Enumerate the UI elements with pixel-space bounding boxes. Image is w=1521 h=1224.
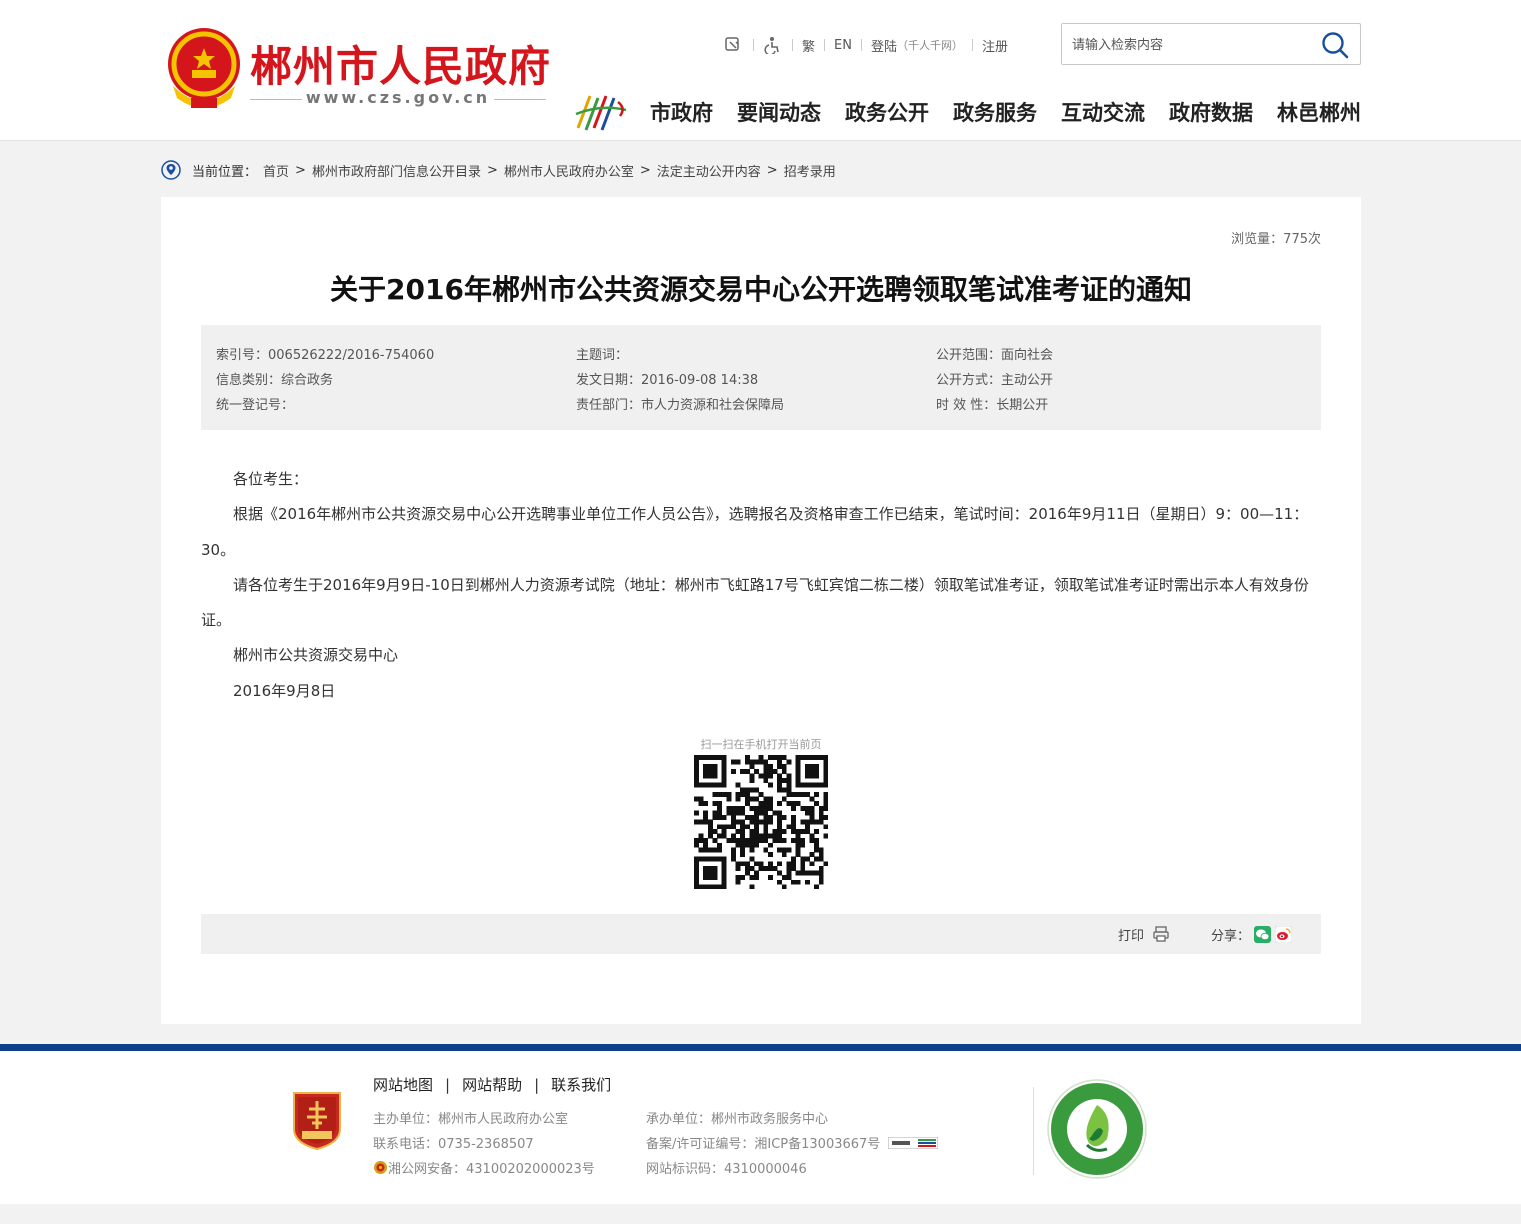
share-label: 分享： <box>1211 928 1251 944</box>
icp-record-link[interactable]: 备案/许可证编号：湘ICP备13003667号 <box>646 1133 880 1152</box>
footer-top-bar <box>0 1044 1521 1051</box>
top-tools: 繁 EN 登陆 （千人千网） 注册 <box>724 36 1008 55</box>
site-name[interactable]: 郴州市人民政府 <box>250 33 551 94</box>
search-box <box>1061 23 1361 65</box>
nav-item-gov-data[interactable]: 政府数据 <box>1169 97 1253 127</box>
police-record-link[interactable]: 湘公网安备：43100202000023号 <box>388 1158 595 1177</box>
footer-police-row: 湘公网安备：43100202000023号 <box>373 1158 595 1177</box>
divider: | <box>534 1075 540 1094</box>
article-title: 关于2016年郴州市公共资源交易中心公开选聘领取笔试准考证的通知 <box>330 273 1192 306</box>
meta-issue-date: 发文日期：2016-09-08 14:38 <box>576 373 759 388</box>
print-icon <box>1153 926 1169 942</box>
meta-keywords: 主题词： <box>576 348 629 363</box>
breadcrumb-separator: > <box>486 162 498 178</box>
breadcrumb-item[interactable]: 首页 <box>263 161 289 180</box>
breadcrumb-item[interactable]: 招考录用 <box>784 161 836 180</box>
site-footer: 网站地图 | 网站帮助 | 联系我们 主办单位：郴州市人民政府办公室 联系电话：… <box>0 1051 1521 1204</box>
weibo-icon[interactable] <box>1275 925 1293 943</box>
meta-method: 公开方式：主动公开 <box>936 373 1054 388</box>
breadcrumb-item[interactable]: 郴州市政府部门信息公开目录 <box>312 161 481 180</box>
meta-department: 责任部门：市人力资源和社会保障局 <box>576 398 785 413</box>
footer-icp-row: 备案/许可证编号：湘ICP备13003667号 <box>646 1133 939 1152</box>
footer-sponsor: 主办单位：郴州市人民政府办公室 <box>373 1112 569 1127</box>
view-count: 浏览量：775次 <box>1231 232 1321 247</box>
footer-organizer: 承办单位：郴州市政务服务中心 <box>646 1112 829 1127</box>
breadcrumb-label: 当前位置： <box>192 164 258 180</box>
main-nav: 市政府 要闻动态 政务公开 政务服务 互动交流 政府数据 林邑郴州 <box>650 97 1361 127</box>
breadcrumb-separator: > <box>639 162 651 178</box>
police-badge-icon <box>374 1161 387 1174</box>
login-link[interactable]: 登陆 <box>871 36 897 55</box>
qr-code <box>694 755 828 889</box>
nav-item-news[interactable]: 要闻动态 <box>737 97 821 127</box>
paragraph: 请各位考生于2016年9月9日-10日到郴州人力资源考试院（地址：郴州市飞虹路1… <box>201 575 1309 630</box>
paragraph: 根据《2016年郴州市公共资源交易中心公开选聘事业单位工作人员公告》，选聘报名及… <box>201 505 1309 559</box>
nav-item-city-government[interactable]: 市政府 <box>650 97 713 127</box>
breadcrumb-item[interactable]: 法定主动公开内容 <box>657 161 761 180</box>
footer-divider <box>1033 1087 1034 1175</box>
article-card: 浏览量：775次 关于2016年郴州市公共资源交易中心公开选聘领取笔试准考证的通… <box>161 197 1361 1024</box>
party-organ-badge[interactable] <box>290 1089 344 1151</box>
accessibility-icon[interactable] <box>763 36 783 54</box>
qr-caption: 扫一扫在手机打开当前页 <box>700 738 822 751</box>
article-actions-bar: 打印 分享： <box>201 914 1321 954</box>
site-url: www.czs.gov.cn <box>250 88 546 107</box>
meta-index-no: 索引号：006526222/2016-754060 <box>216 348 435 363</box>
civilization-badge[interactable] <box>1047 1079 1147 1179</box>
divider <box>824 39 826 51</box>
share-group: 分享： <box>1211 924 1293 944</box>
breadcrumb-separator: > <box>295 162 306 178</box>
breadcrumb-item[interactable]: 郴州市人民政府办公室 <box>504 161 634 180</box>
meta-scope: 公开范围：面向社会 <box>936 348 1054 363</box>
paragraph: 各位考生： <box>233 470 309 488</box>
traditional-chinese-link[interactable]: 繁 <box>802 36 815 55</box>
paragraph: 2016年9月8日 <box>233 681 336 700</box>
nav-item-gov-services[interactable]: 政务服务 <box>953 97 1037 127</box>
emblem-icon[interactable] <box>163 26 245 112</box>
divider <box>753 39 754 51</box>
footer-bottom-strip <box>0 1204 1521 1224</box>
divider: | <box>445 1075 451 1094</box>
divider <box>860 39 862 51</box>
nav-item-gov-affairs-open[interactable]: 政务公开 <box>845 97 929 127</box>
breadcrumb: 当前位置： 首页 > 郴州市政府部门信息公开目录 > 郴州市人民政府办公室 > … <box>161 159 836 181</box>
contact-us-link[interactable]: 联系我们 <box>551 1074 611 1095</box>
site-map-link[interactable]: 网站地图 <box>373 1074 433 1095</box>
search-input[interactable] <box>1072 34 1312 56</box>
article-body: 各位考生： 根据《2016年郴州市公共资源交易中心公开选聘事业单位工作人员公告》… <box>201 462 1321 709</box>
wechat-icon[interactable] <box>1254 925 1272 943</box>
breadcrumb-separator: > <box>766 162 778 178</box>
divider <box>971 39 973 51</box>
english-link[interactable]: EN <box>834 38 852 53</box>
meta-validity: 时 效 性：长期公开 <box>936 398 1049 413</box>
register-link[interactable]: 注册 <box>982 36 1008 55</box>
nav-item-linyi-chenzhou[interactable]: 林邑郴州 <box>1277 97 1361 127</box>
footer-phone: 联系电话：0735-2368507 <box>373 1137 534 1152</box>
login-note: （千人千网） <box>896 39 963 52</box>
meta-reg-no: 统一登记号： <box>216 398 295 413</box>
nav-item-interaction[interactable]: 互动交流 <box>1061 97 1145 127</box>
print-button[interactable]: 打印 <box>1118 924 1170 944</box>
print-label: 打印 <box>1118 928 1145 944</box>
footer-links: 网站地图 | 网站帮助 | 联系我们 <box>373 1074 611 1095</box>
site-header: 郴州市人民政府 www.czs.gov.cn 繁 EN 登陆 （千人千网） 注册 <box>0 0 1521 141</box>
footer-site-code: 网站标识码：4310000046 <box>646 1162 807 1177</box>
article-meta-table: 索引号：006526222/2016-754060 主题词： 公开范围：面向社会… <box>201 325 1321 430</box>
divider <box>792 39 793 51</box>
site-help-link[interactable]: 网站帮助 <box>462 1074 522 1095</box>
meta-category: 信息类别：综合政务 <box>216 373 334 388</box>
search-icon[interactable] <box>1320 30 1350 60</box>
barrier-free-icon[interactable] <box>724 36 744 54</box>
cnzz-stat-icon[interactable] <box>888 1136 939 1149</box>
location-pin-icon <box>161 160 181 180</box>
paragraph: 郴州市公共资源交易中心 <box>233 646 399 665</box>
nav-logo-icon <box>575 95 627 131</box>
